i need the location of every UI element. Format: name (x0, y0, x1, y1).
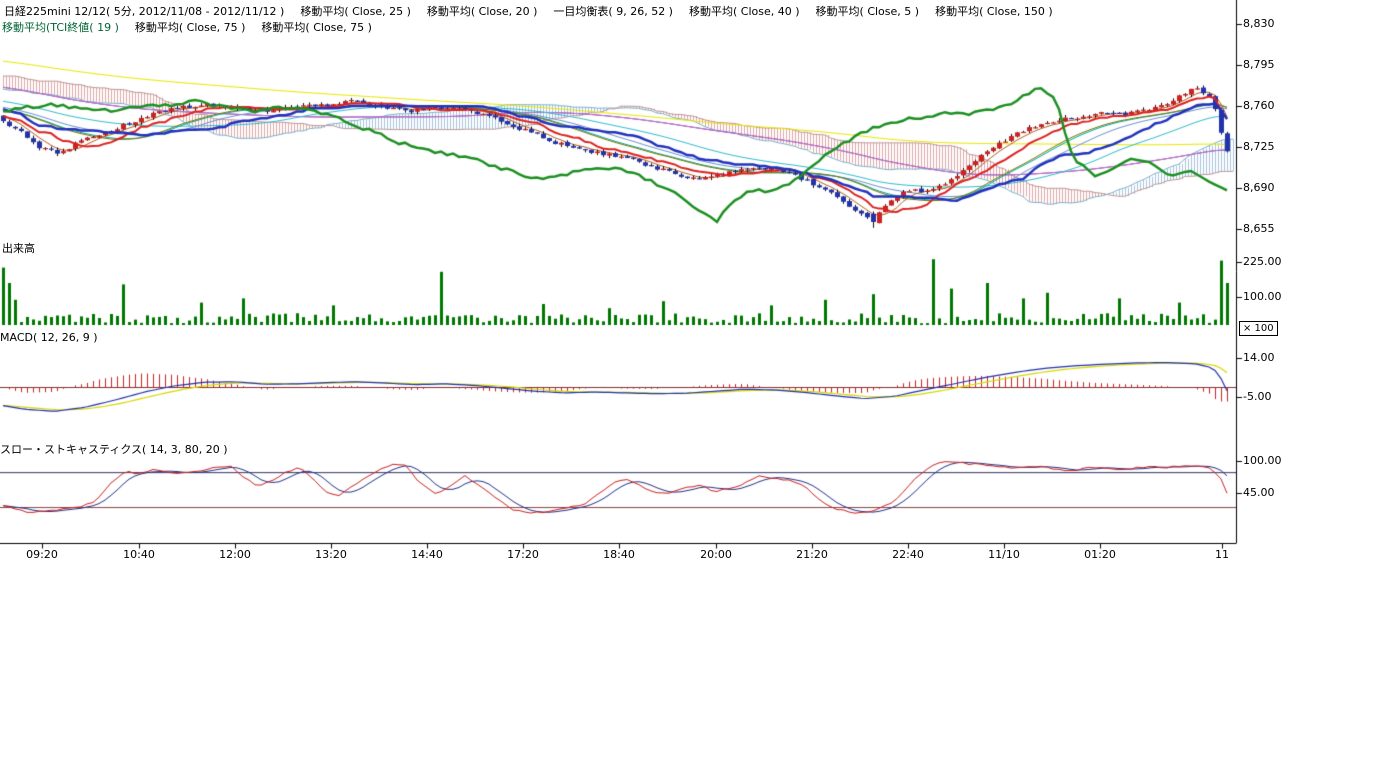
indicator-label: 移動平均( Close, 75 ) (261, 19, 372, 35)
indicator-label: 移動平均( Close, 150 ) (935, 3, 1053, 19)
chart-root: 日経225mini 12/12( 5分, 2012/11/08 - 2012/1… (0, 0, 1392, 768)
indicator-label: 移動平均( Close, 20 ) (427, 3, 538, 19)
indicator-header-row2: 移動平均(TCI終値( 19 ) 移動平均( Close, 75 ) 移動平均( C… (2, 19, 372, 35)
indicator-label: 一目均衡表( 9, 26, 52 ) (553, 3, 673, 19)
volume-multiplier-badge: × 100 (1239, 321, 1278, 336)
indicator-label: 移動平均( Close, 25 ) (300, 3, 411, 19)
indicator-label: 移動平均( Close, 40 ) (689, 3, 800, 19)
volume-panel-label: 出来高 (2, 240, 35, 256)
chart-canvas[interactable] (0, 0, 1392, 600)
indicator-label: 移動平均( Close, 75 ) (135, 19, 246, 35)
indicator-label: 移動平均( Close, 5 ) (816, 3, 920, 19)
indicator-label: 日経225mini 12/12( 5分, 2012/11/08 - 2012/1… (4, 3, 284, 19)
indicator-label: 移動平均(TCI終値( 19 ) (2, 19, 119, 35)
macd-panel-label: MACD( 12, 26, 9 ) (0, 331, 98, 344)
indicator-header-row1: 日経225mini 12/12( 5分, 2012/11/08 - 2012/1… (4, 3, 1053, 19)
stoch-panel-label: スロー・ストキャスティクス( 14, 3, 80, 20 ) (0, 441, 228, 457)
